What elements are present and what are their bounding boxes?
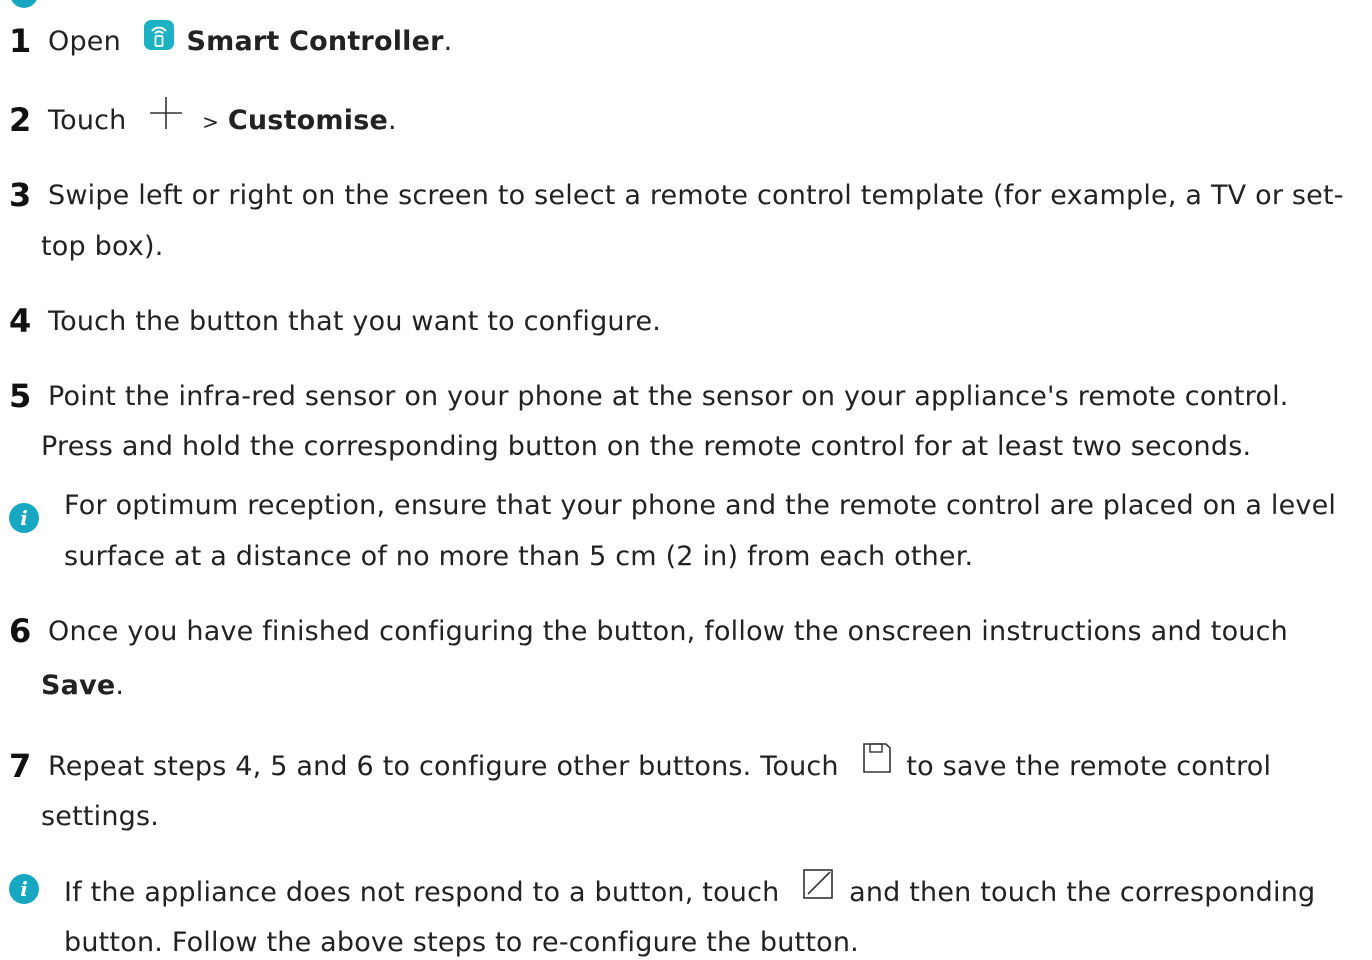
step-number: 1 [9,22,32,60]
top-cut-off-info-icon [10,0,38,8]
step-number: 5 [9,377,32,415]
step-number: 7 [9,747,32,785]
step-text: Touch > Customise. [48,97,397,139]
floppy-save-icon [862,742,892,783]
step-text-line-1: Repeat steps 4, 5 and 6 to configure oth… [48,743,1271,784]
info-icon: i [9,503,39,533]
step-number: 4 [9,302,32,340]
info-icon: i [9,874,39,904]
step-text: Open Smart Controller. [48,20,452,59]
step-number: 6 [9,612,32,650]
step-text-line-2: settings. [41,801,160,832]
svg-text:i: i [20,877,28,901]
note-text-line-2: button. Follow the above steps to re-con… [64,927,859,958]
smart-controller-app-icon [143,20,174,59]
step-number: 2 [9,101,32,139]
step-number: 3 [9,176,32,214]
edit-square-icon [802,868,834,909]
svg-text:i: i [20,506,28,530]
note-text-line-1: For optimum reception, ensure that your … [64,490,1337,521]
step-text: Touch the button that you want to config… [48,306,662,337]
note-text-line-1: If the appliance does not respond to a b… [64,869,1315,910]
step-text-line-2: Press and hold the corresponding button … [41,431,1252,462]
step-text-line-1: Swipe left or right on the screen to sel… [48,180,1344,211]
note-text-line-2: surface at a distance of no more than 5 … [64,541,974,572]
step-text-line-1: Once you have finished configuring the b… [48,616,1288,647]
step-text-line-2: Save. [41,670,125,701]
plus-icon [149,96,183,139]
step-text-line-1: Point the infra-red sensor on your phone… [48,381,1289,412]
step-text-line-2: top box). [41,231,164,262]
